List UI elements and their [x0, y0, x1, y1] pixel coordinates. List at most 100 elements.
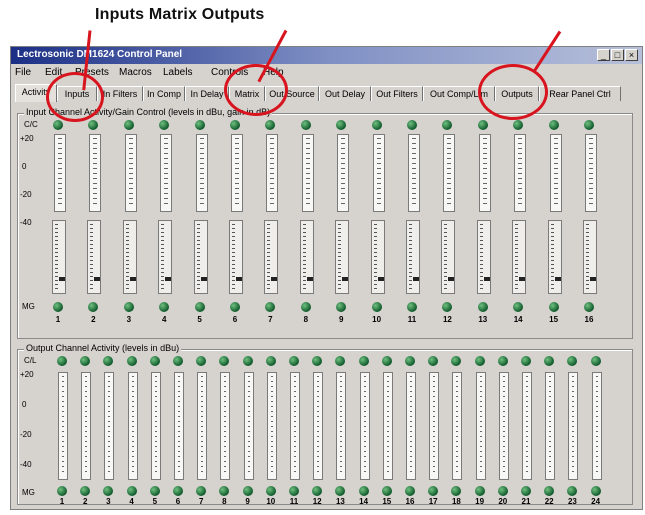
output-mute-led[interactable]: [312, 486, 323, 496]
input-mute-led[interactable]: [371, 302, 382, 312]
fader-knob[interactable]: [342, 277, 349, 281]
output-mute-led[interactable]: [289, 486, 299, 496]
input-gain-fader[interactable]: [547, 220, 562, 294]
output-channel-number: 2: [82, 497, 88, 506]
fader-knob[interactable]: [165, 277, 172, 281]
output-mute-led[interactable]: [474, 486, 485, 496]
menu-macros[interactable]: Macros: [119, 67, 152, 78]
input-clip-led: [123, 120, 134, 130]
tab-in-delay[interactable]: In Delay: [185, 86, 229, 101]
output-mute-led[interactable]: [103, 486, 114, 496]
output-mute-led[interactable]: [242, 486, 253, 496]
input-gain-fader[interactable]: [158, 220, 173, 294]
input-mute-led[interactable]: [442, 302, 453, 312]
input-clip-led: [584, 120, 594, 130]
fader-knob[interactable]: [519, 277, 526, 281]
minimize-button[interactable]: _: [597, 49, 610, 61]
input-mute-led[interactable]: [336, 302, 347, 312]
output-mute-led[interactable]: [80, 486, 91, 496]
input-level-meter: [408, 134, 420, 212]
input-mute-led[interactable]: [407, 302, 417, 312]
input-mute-led[interactable]: [53, 302, 63, 312]
input-gain-fader[interactable]: [193, 220, 208, 294]
output-mute-led[interactable]: [405, 486, 415, 496]
input-gain-fader[interactable]: [264, 220, 279, 294]
input-mute-led[interactable]: [548, 302, 559, 312]
maximize-button[interactable]: □: [611, 49, 624, 61]
input-level-meter: [266, 134, 279, 212]
output-mute-led[interactable]: [544, 486, 555, 496]
input-mute-led[interactable]: [584, 302, 594, 312]
input-gain-fader[interactable]: [512, 220, 527, 294]
fader-knob[interactable]: [306, 277, 313, 281]
tab-rear-panel-ctrl[interactable]: Rear Panel Ctrl: [539, 86, 621, 101]
fader-knob[interactable]: [483, 277, 490, 281]
input-gain-fader[interactable]: [87, 220, 102, 294]
output-mute-led[interactable]: [590, 486, 601, 496]
menu-file[interactable]: File: [15, 67, 31, 78]
input-gain-fader[interactable]: [370, 220, 385, 294]
output-mute-led[interactable]: [451, 486, 462, 496]
input-gain-fader[interactable]: [476, 220, 491, 294]
fader-knob[interactable]: [413, 277, 419, 281]
output-mute-led[interactable]: [521, 486, 531, 496]
output-mute-led[interactable]: [567, 486, 578, 496]
fader-knob[interactable]: [271, 277, 278, 281]
fader-knob[interactable]: [59, 277, 65, 281]
output-mute-led[interactable]: [265, 486, 276, 496]
fader-knob[interactable]: [377, 277, 384, 281]
output-mute-led[interactable]: [219, 486, 230, 496]
fader-knob[interactable]: [129, 277, 136, 281]
output-mute-led[interactable]: [428, 486, 439, 496]
input-clip-led: [336, 120, 347, 130]
input-gain-fader[interactable]: [122, 220, 137, 294]
output-level-meter: [127, 372, 138, 480]
output-channel-number: 15: [382, 497, 392, 506]
input-gain-fader[interactable]: [335, 220, 350, 294]
input-mute-led[interactable]: [300, 302, 311, 312]
annotation-circle-matrix: [224, 64, 288, 116]
output-mute-led[interactable]: [335, 486, 346, 496]
input-gain-fader[interactable]: [52, 220, 66, 294]
input-gain-fader[interactable]: [299, 220, 314, 294]
output-mute-led[interactable]: [173, 486, 183, 496]
output-mute-led[interactable]: [57, 486, 67, 496]
tab-in-comp[interactable]: In Comp: [143, 86, 185, 101]
input-mute-led[interactable]: [123, 302, 134, 312]
close-button[interactable]: ×: [625, 49, 638, 61]
input-mute-led[interactable]: [265, 302, 276, 312]
output-mute-led[interactable]: [126, 486, 137, 496]
fader-knob[interactable]: [200, 277, 207, 281]
tab-out-filters[interactable]: Out Filters: [371, 86, 423, 101]
input-gain-fader[interactable]: [406, 220, 420, 294]
input-row-label: 0: [22, 162, 27, 171]
output-mute-led[interactable]: [358, 486, 369, 496]
input-row-label: -40: [20, 218, 32, 227]
fader-knob[interactable]: [554, 277, 561, 281]
input-mute-led[interactable]: [194, 302, 205, 312]
fader-knob[interactable]: [94, 277, 101, 281]
input-mute-led[interactable]: [477, 302, 488, 312]
input-mute-led[interactable]: [159, 302, 170, 312]
output-mute-led[interactable]: [196, 486, 207, 496]
fader-knob[interactable]: [590, 277, 596, 281]
output-clip-led: [80, 356, 91, 366]
fader-knob[interactable]: [448, 277, 455, 281]
output-clip-led: [567, 356, 578, 366]
input-gain-fader[interactable]: [441, 220, 456, 294]
input-mute-led[interactable]: [230, 302, 240, 312]
output-clip-led: [474, 356, 485, 366]
fader-knob[interactable]: [236, 277, 242, 281]
output-mute-led[interactable]: [497, 486, 508, 496]
output-level-meter: [266, 372, 277, 480]
input-mute-led[interactable]: [88, 302, 99, 312]
tab-out-delay[interactable]: Out Delay: [319, 86, 371, 101]
input-gain-fader[interactable]: [229, 220, 243, 294]
input-gain-fader[interactable]: [583, 220, 597, 294]
input-mute-led[interactable]: [513, 302, 524, 312]
output-level-meter: [568, 372, 579, 480]
menu-labels[interactable]: Labels: [163, 67, 192, 78]
output-mute-led[interactable]: [381, 486, 392, 496]
output-mute-led[interactable]: [149, 486, 160, 496]
input-channel-number: 12: [442, 315, 452, 324]
